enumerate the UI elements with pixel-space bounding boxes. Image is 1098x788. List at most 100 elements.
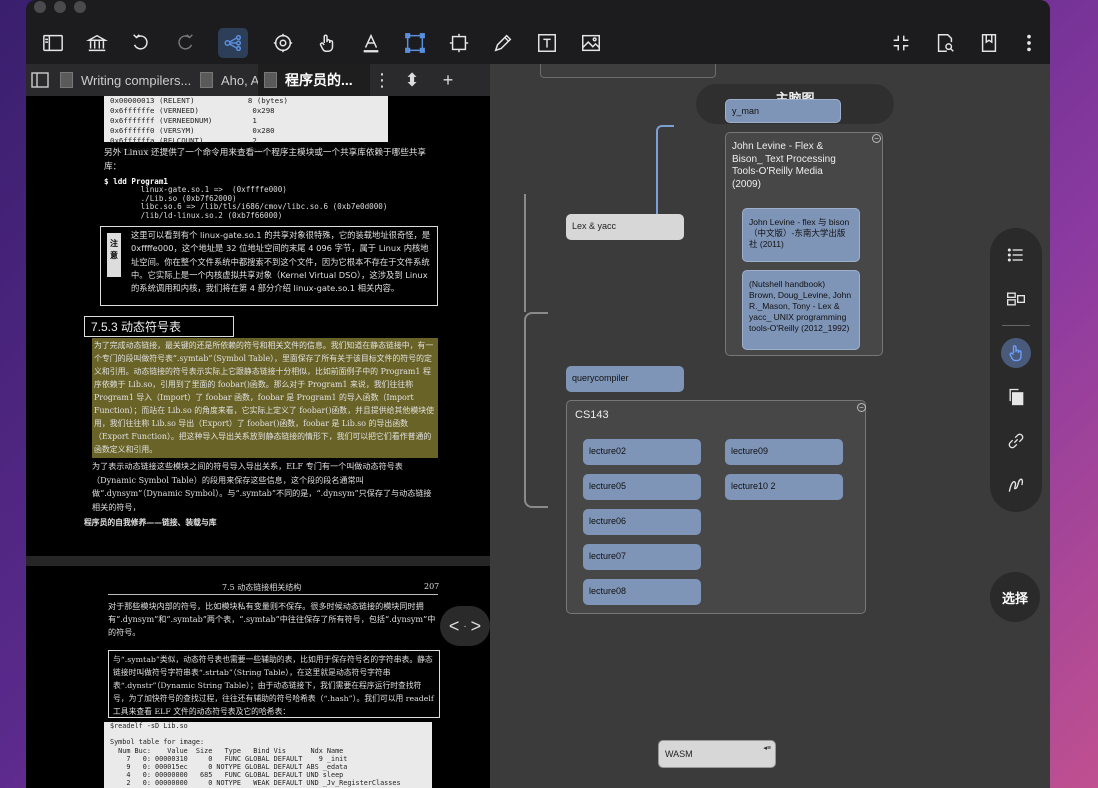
page-header: 7.5 动态链接相关结构 — [222, 583, 302, 592]
tab-sort-button[interactable]: ⬍ — [394, 64, 430, 96]
mindmap-button[interactable] — [218, 28, 248, 58]
node-wasm[interactable]: WASM ◂≡ — [658, 740, 776, 768]
mindmap-icon — [224, 34, 242, 52]
node-querycompiler[interactable]: querycompiler — [566, 366, 684, 392]
link-button[interactable] — [1003, 428, 1029, 454]
close-window-button[interactable] — [34, 1, 46, 13]
link-icon — [1008, 433, 1024, 449]
search-button[interactable] — [930, 28, 960, 58]
page-nav[interactable]: < · > — [440, 606, 490, 646]
highlighted-paragraph[interactable]: 为了完成动态链接，最关键的还是所依赖的符号和相关文件的信息。我们知道在静态链接中… — [92, 338, 438, 458]
paragraph: 为了表示动态链接这些模块之间的符号导入导出关系，ELF 专门有一个叫做动态符号表… — [92, 461, 432, 512]
text-color-icon — [363, 33, 379, 53]
group-cs143[interactable]: CS143 − lecture02 lecture05 lecture06 le… — [566, 400, 866, 614]
command-output: linux-gate.so.1 => (0xffffe000) ./Lib.so… — [140, 185, 388, 220]
node-flex-bison-cn[interactable]: John Levine - flex 与 bison（中文版）-东南大学出版社 … — [742, 208, 860, 262]
text-style-button[interactable] — [356, 28, 386, 58]
group-title: CS143 — [575, 409, 609, 421]
divider — [1002, 325, 1030, 326]
tab-add-button[interactable]: + — [430, 64, 466, 96]
tab-more-button[interactable]: ⋮ — [370, 64, 394, 96]
node-lecture[interactable]: lecture08 — [583, 579, 701, 605]
zoom-window-button[interactable] — [74, 1, 86, 13]
node-lex-yacc-book[interactable]: (Nutshell handbook) Brown, Doug_Levine, … — [742, 270, 860, 350]
freehand-button[interactable] — [1003, 472, 1029, 498]
pen-icon — [494, 34, 512, 52]
code-block: $readelf -sD Lib.so Symbol table for ima… — [104, 722, 432, 788]
side-toolbar — [990, 228, 1042, 512]
tab-aho[interactable]: Aho, Al — [194, 64, 258, 96]
document-icon — [200, 72, 213, 88]
pdf-viewer[interactable]: 0x00000013 (RELENT) 8 (bytes) 0x6ffffffe… — [26, 96, 490, 788]
tab-sidebar-button[interactable] — [26, 64, 54, 96]
undo-icon — [133, 34, 148, 50]
header-rule — [108, 594, 438, 595]
image-button[interactable] — [576, 28, 606, 58]
next-arrow-icon[interactable]: > — [471, 616, 482, 637]
library-icon — [86, 34, 108, 52]
dot-icon: · — [463, 620, 467, 632]
prev-arrow-icon[interactable]: < — [449, 616, 460, 637]
selection-rect-icon — [405, 33, 425, 53]
pdf-page: 7.5 动态链接相关结构 207 对于那些模块内部的符号，比如模块私有变量则不保… — [26, 566, 490, 788]
mindmap-node-partial[interactable] — [540, 64, 716, 78]
collapse-icon[interactable]: − — [872, 134, 881, 143]
node-y-man[interactable]: y_man — [725, 99, 841, 123]
search-doc-icon — [937, 34, 954, 52]
tab-programmer-self-cultivation[interactable]: 程序员的... — [258, 64, 370, 96]
mindmap-canvas[interactable]: 主脑图 ⌄ y_man John Levine - Flex & Bison_ … — [490, 64, 1050, 788]
node-lex-yacc[interactable]: Lex & yacc — [566, 214, 684, 240]
connector-line — [524, 312, 548, 508]
node-label: WASM — [665, 749, 693, 759]
sidebar-toggle-button[interactable] — [38, 28, 68, 58]
section-title: 7.5.3 动态符号表 — [84, 316, 234, 337]
node-lecture[interactable]: lecture09 — [725, 439, 843, 465]
redo-icon — [178, 34, 193, 50]
auto-layout-button[interactable] — [268, 28, 298, 58]
node-lecture[interactable]: lecture02 — [583, 439, 701, 465]
note-tag: 注意 — [107, 233, 121, 277]
image-icon — [582, 34, 600, 52]
squiggle-icon — [1008, 478, 1024, 492]
layout-button[interactable] — [1003, 286, 1029, 312]
note-attachment-icon: ◂≡ — [763, 745, 771, 752]
node-lecture[interactable]: lecture07 — [583, 544, 701, 570]
bookmark-button[interactable] — [974, 28, 1004, 58]
undo-button[interactable] — [126, 28, 156, 58]
hand-mode-button[interactable] — [1001, 338, 1031, 368]
node-lecture[interactable]: lecture06 — [583, 509, 701, 535]
hand-icon — [319, 34, 334, 52]
text-box-button[interactable] — [532, 28, 562, 58]
collapse-arrows-icon — [893, 35, 909, 51]
tab-label: Aho, Al — [221, 72, 258, 88]
tab-label: Writing compilers... — [81, 72, 192, 88]
select-mode-button[interactable]: 选择 — [990, 572, 1040, 622]
minimize-window-button[interactable] — [54, 1, 66, 13]
highlight-text: 为了完成动态链接，最关键的还是所依赖的符号和相关文件的信息。我们知道在静态链接中… — [94, 341, 434, 454]
group-flex-bison[interactable]: John Levine - Flex & Bison_ Text Process… — [725, 132, 883, 356]
text-box: 与“.symtab”类似，动态符号表也需要一些辅助的表，比如用于保存符号名的字符… — [108, 650, 440, 718]
crop-icon — [449, 33, 469, 53]
copy-button[interactable] — [1003, 384, 1029, 410]
group-title: John Levine - Flex & Bison_ Text Process… — [732, 141, 836, 190]
note-text: 这里可以看到有个 linux-gate.so.1 的共享对象很特殊，它的装载地址… — [131, 230, 431, 294]
select-box-button[interactable] — [400, 28, 430, 58]
bookmark-icon — [981, 34, 997, 52]
tab-writing-compilers[interactable]: Writing compilers... — [54, 64, 194, 96]
toolbar — [26, 0, 1050, 64]
outline-button[interactable] — [1003, 242, 1029, 268]
fullscreen-button[interactable] — [886, 28, 916, 58]
hand-tool-button[interactable] — [312, 28, 342, 58]
pdf-page: 0x00000013 (RELENT) 8 (bytes) 0x6ffffffe… — [26, 96, 490, 566]
more-button[interactable] — [1014, 28, 1044, 58]
library-button[interactable] — [82, 28, 112, 58]
crop-button[interactable] — [444, 28, 474, 58]
node-lecture[interactable]: lecture05 — [583, 474, 701, 500]
page-number: 207 — [424, 582, 440, 591]
app-window: Writing compilers... Aho, Al 程序员的... ⋮ ⬍… — [26, 0, 1050, 788]
pen-button[interactable] — [488, 28, 518, 58]
node-lecture[interactable]: lecture10 2 — [725, 474, 843, 500]
text-box-icon — [538, 34, 556, 52]
redo-button[interactable] — [170, 28, 200, 58]
collapse-icon[interactable]: − — [857, 403, 866, 412]
